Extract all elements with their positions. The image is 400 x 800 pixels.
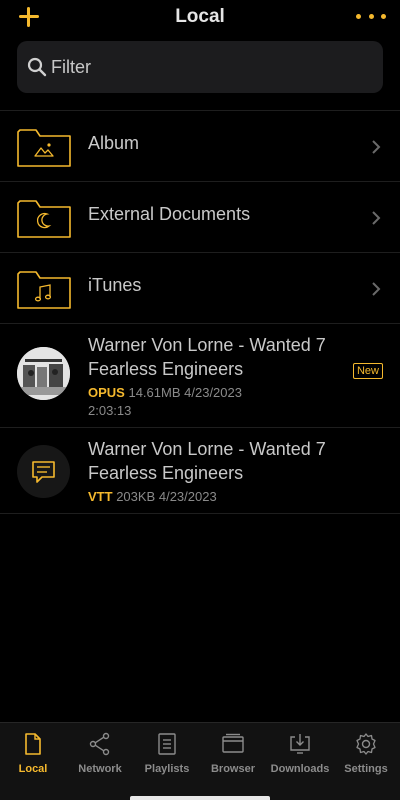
- folder-icon: [17, 129, 71, 167]
- tab-label: Settings: [344, 763, 388, 775]
- tab-downloads[interactable]: Downloads: [267, 731, 333, 783]
- home-indicator[interactable]: [130, 796, 270, 800]
- dot: [356, 13, 361, 19]
- folder-row-album[interactable]: Album: [0, 110, 400, 181]
- album-art-thumbnail: [17, 347, 70, 400]
- browser-icon: [222, 733, 244, 753]
- tab-label: Local: [18, 763, 48, 775]
- tab-label: Downloads: [270, 763, 330, 775]
- dot: [368, 13, 374, 19]
- file-date: 4/23/2023: [184, 385, 242, 400]
- music-note-icon: [34, 284, 52, 302]
- moon-icon: [36, 212, 52, 229]
- download-icon: [290, 734, 310, 754]
- chat-bubble-icon: [32, 461, 55, 483]
- subtitle-thumbnail: [17, 445, 70, 498]
- new-badge: New: [352, 363, 383, 379]
- chevron-right-icon: [372, 282, 381, 296]
- search-input[interactable]: [51, 55, 351, 79]
- file-list: Album External Documents iTunes Warner V…: [0, 110, 400, 514]
- file-size: 203KB: [116, 489, 156, 504]
- page-title: Local: [175, 6, 225, 27]
- tab-label: Playlists: [144, 763, 190, 775]
- file-meta: VTT 203KB 4/23/2023: [88, 488, 288, 506]
- folder-row-itunes[interactable]: iTunes: [0, 252, 400, 323]
- format-label: OPUS: [88, 385, 125, 400]
- artwork-image: [17, 347, 70, 400]
- tab-network[interactable]: Network: [67, 731, 133, 783]
- nav-bar: Local: [0, 0, 400, 34]
- search-bar[interactable]: [17, 41, 383, 93]
- tab-settings[interactable]: Settings: [333, 731, 399, 783]
- folder-label: iTunes: [88, 275, 142, 295]
- tab-local[interactable]: Local: [0, 731, 66, 783]
- file-row-opus[interactable]: Warner Von Lorne - Wanted 7 Fearless Eng…: [0, 323, 400, 427]
- tab-bar: Local Network Playlists Browser Download…: [0, 722, 400, 800]
- share-icon: [89, 732, 110, 756]
- tab-playlists[interactable]: Playlists: [134, 731, 200, 783]
- file-size: 14.61MB: [128, 385, 181, 400]
- folder-icon: [17, 271, 71, 309]
- file-title: Warner Von Lorne - Wanted 7 Fearless Eng…: [88, 335, 326, 379]
- chevron-right-icon: [372, 140, 381, 154]
- file-date: 4/23/2023: [158, 489, 217, 504]
- folder-label: Album: [88, 133, 140, 153]
- chevron-right-icon: [372, 211, 381, 225]
- file-meta: OPUS 14.61MB 4/23/2023 2:03:13: [88, 384, 288, 420]
- folder-icon: [17, 200, 71, 238]
- folder-row-external-documents[interactable]: External Documents: [0, 181, 400, 252]
- tab-browser[interactable]: Browser: [200, 731, 266, 783]
- list-icon: [158, 733, 176, 755]
- file-row-vtt[interactable]: Warner Von Lorne - Wanted 7 Fearless Eng…: [0, 427, 400, 513]
- dot: [381, 13, 386, 19]
- folder-label: External Documents: [88, 204, 251, 224]
- image-icon: [34, 143, 54, 157]
- more-options-button[interactable]: [356, 10, 386, 22]
- tab-label: Network: [78, 763, 122, 775]
- file-duration: 2:03:13: [88, 403, 132, 418]
- format-label: VTT: [88, 489, 113, 504]
- gear-icon: [356, 733, 376, 755]
- search-icon: [27, 57, 47, 77]
- tab-label: Browser: [210, 763, 256, 775]
- divider: [0, 513, 400, 514]
- file-title: Warner Von Lorne - Wanted 7 Fearless Eng…: [88, 439, 326, 483]
- document-icon: [25, 733, 41, 755]
